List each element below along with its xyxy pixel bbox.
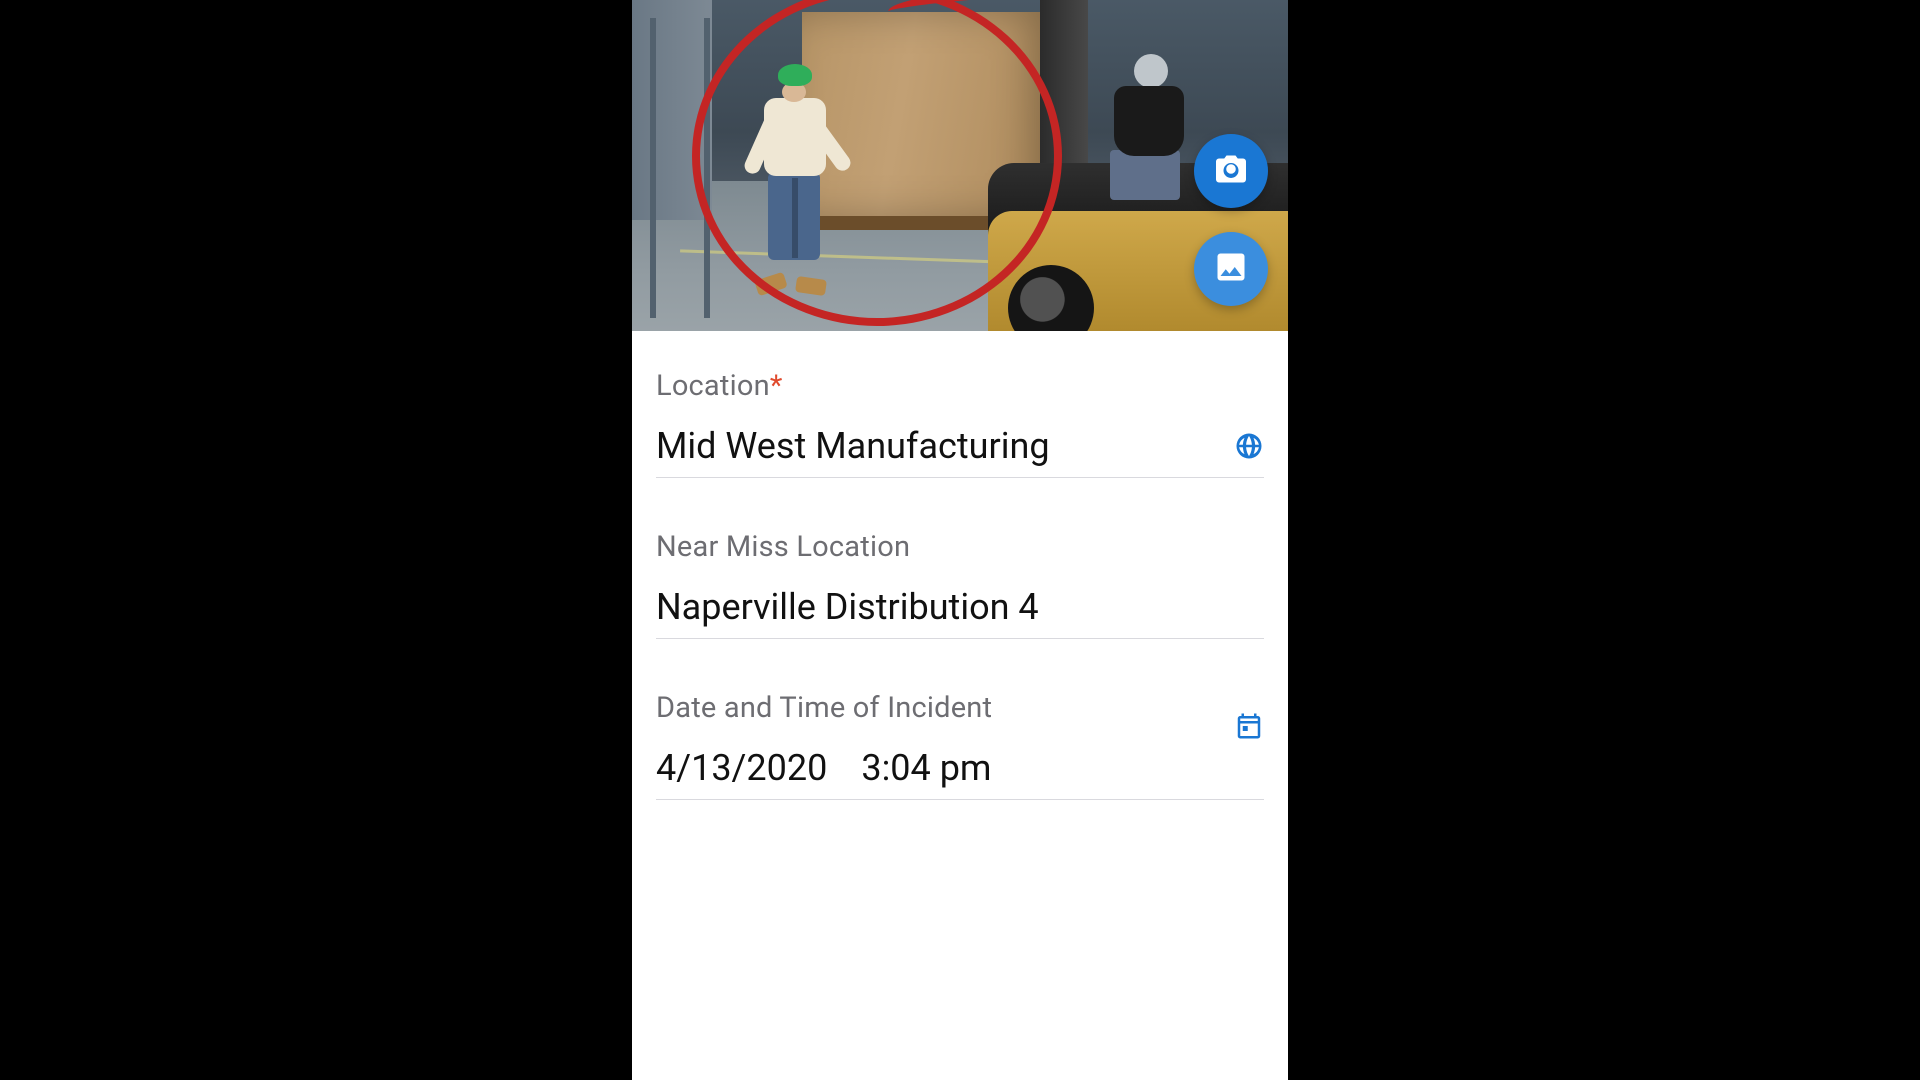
location-label: Location* xyxy=(656,369,1264,403)
datetime-label: Date and Time of Incident xyxy=(656,691,1264,725)
location-field[interactable]: Location* Mid West Manufacturing xyxy=(656,369,1264,478)
calendar-icon[interactable] xyxy=(1234,711,1264,741)
choose-photo-button[interactable] xyxy=(1194,232,1268,306)
image-icon xyxy=(1213,249,1249,289)
annotation-circle xyxy=(692,0,1062,326)
near-miss-location-field[interactable]: Near Miss Location Naperville Distributi… xyxy=(656,530,1264,639)
incident-form-screen: Location* Mid West Manufacturing Near Mi… xyxy=(632,0,1288,1080)
near-miss-location-value: Naperville Distribution 4 xyxy=(656,586,1039,628)
datetime-value: 4/13/2020 3:04 pm xyxy=(656,747,991,789)
datetime-field[interactable]: Date and Time of Incident 4/13/2020 3:04 … xyxy=(656,691,1264,800)
camera-icon xyxy=(1213,151,1249,191)
near-miss-location-label: Near Miss Location xyxy=(656,530,1264,564)
form-area: Location* Mid West Manufacturing Near Mi… xyxy=(632,331,1288,1080)
incident-date: 4/13/2020 xyxy=(656,747,827,789)
globe-icon[interactable] xyxy=(1234,431,1264,461)
take-photo-button[interactable] xyxy=(1194,134,1268,208)
forklift-driver xyxy=(1094,80,1184,210)
incident-time: 3:04 pm xyxy=(861,747,991,789)
required-mark: * xyxy=(770,369,783,403)
location-value: Mid West Manufacturing xyxy=(656,425,1050,467)
incident-photo xyxy=(632,0,1288,331)
